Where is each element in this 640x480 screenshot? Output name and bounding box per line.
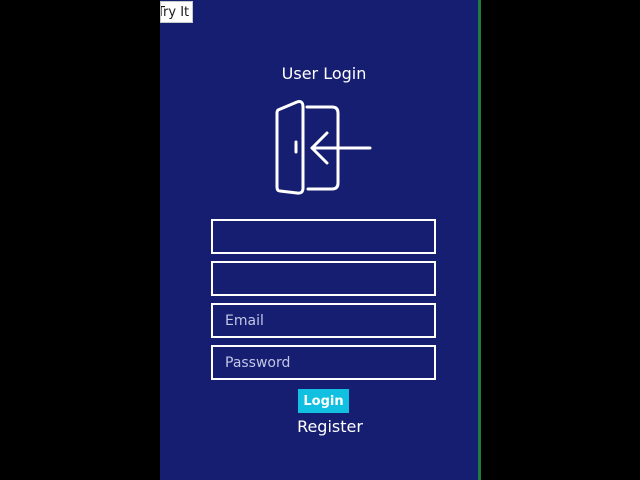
door-enter-icon (275, 100, 372, 195)
text-field-2[interactable] (211, 261, 436, 296)
login-button[interactable]: Login (298, 389, 349, 413)
try-it-label: Try It (160, 5, 190, 20)
page-title: User Login (281, 64, 367, 83)
text-field-1[interactable] (211, 219, 436, 254)
password-field[interactable] (211, 345, 436, 380)
email-field[interactable] (211, 303, 436, 338)
try-it-button[interactable]: Try It (160, 1, 193, 23)
register-link[interactable]: Register (280, 416, 380, 438)
video-frame: Try It User Login Login Register (0, 0, 640, 480)
